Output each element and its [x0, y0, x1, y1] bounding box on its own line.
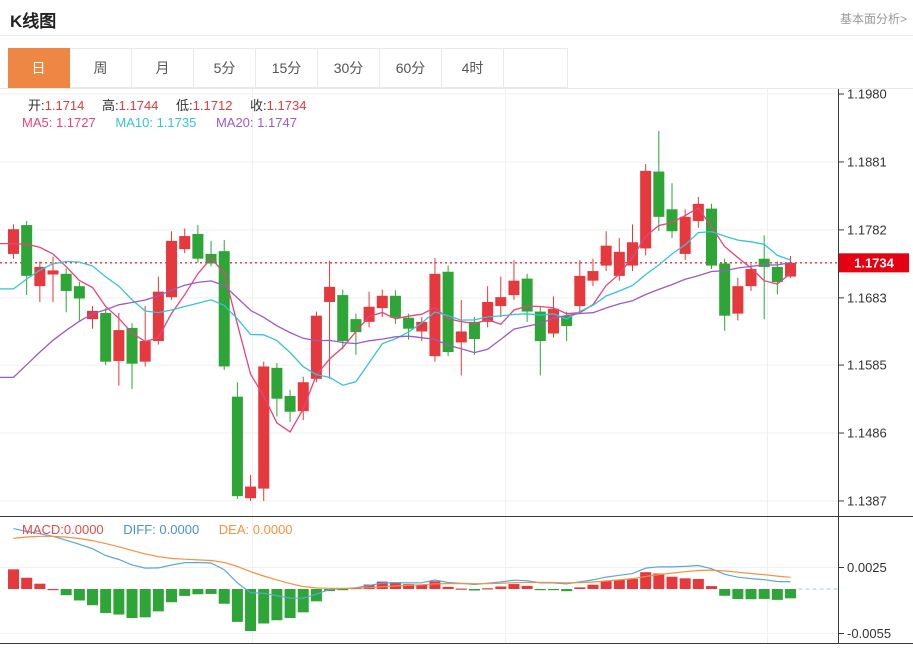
tab-60min[interactable]: 60分 [380, 49, 442, 87]
current-price-badge: 1.1734 [839, 253, 909, 272]
page-title: K线图 [10, 7, 56, 32]
open-value: 1.1714 [45, 98, 85, 113]
price-axis-label: 1.1782 [847, 222, 887, 237]
macd-legend-item: MACD:0.0000 [22, 522, 104, 537]
macd-axis-label: -0.0055 [847, 626, 891, 641]
low-label: 低: [176, 98, 193, 113]
tab-5min[interactable]: 5分 [194, 49, 256, 87]
low-value: 1.1712 [193, 98, 233, 113]
kline-chart[interactable]: 1.1980 1.1881 1.1782 1.1683 1.1585 1.1486 1.13… [0, 89, 913, 650]
price-axis-label: 1.1980 [847, 89, 887, 102]
ma10-legend-item: MA10: 1.1735 [115, 115, 196, 130]
price-axis-label: 1.1585 [847, 358, 887, 373]
ma20-legend-item: MA20: 1.1747 [216, 115, 297, 130]
close-value: 1.1734 [267, 98, 307, 113]
macd-legend: MACD:0.0000 DIFF: 0.0000 DEA: 0.0000 [22, 522, 309, 537]
macd-axis-labels: 0.0025 -0.0055 [838, 560, 891, 641]
price-axis-labels: 1.1980 1.1881 1.1782 1.1683 1.1585 1.1486 1.13… [838, 89, 887, 508]
price-axis-label: 1.1387 [847, 493, 887, 508]
price-axis-label: 1.1486 [847, 426, 887, 441]
tab-day[interactable]: 日 [8, 48, 70, 88]
tab-15min[interactable]: 15分 [256, 49, 318, 87]
candles [8, 131, 796, 501]
price-axis-label: 1.1683 [847, 290, 887, 305]
svg-text:1.1734: 1.1734 [854, 255, 895, 270]
high-value: 1.1744 [119, 98, 159, 113]
open-label: 开: [28, 98, 45, 113]
ohlc-legend: 开:1.1714 高:1.1744 低:1.1712 收:1.1734 [28, 95, 320, 114]
header-divider [0, 35, 913, 36]
diff-legend-item: DIFF: 0.0000 [123, 522, 199, 537]
tab-month[interactable]: 月 [132, 49, 194, 87]
tabbar-filler [504, 49, 567, 87]
pane-frame [0, 89, 913, 644]
close-label: 收: [250, 98, 267, 113]
dea-legend-item: DEA: 0.0000 [219, 522, 293, 537]
price-axis-label: 1.1881 [847, 154, 887, 169]
ma-legend: MA5: 1.1727 MA10: 1.1735 MA20: 1.1747 [22, 115, 313, 130]
tab-4hour[interactable]: 4时 [442, 49, 504, 87]
macd-axis-label: 0.0025 [847, 560, 887, 575]
period-tabbar: 日 周 月 5分 15分 30分 60分 4时 [8, 48, 568, 88]
chart-area: 1.1980 1.1881 1.1782 1.1683 1.1585 1.1486 1.13… [0, 88, 913, 650]
fundamental-analysis-link[interactable]: 基本面分析> [840, 10, 907, 27]
tab-30min[interactable]: 30分 [318, 49, 380, 87]
kline-page: K线图 基本面分析> 日 周 月 5分 15分 30分 60分 4时 1.198… [0, 0, 913, 650]
gridlines [0, 89, 838, 644]
ma5-legend-item: MA5: 1.1727 [22, 115, 96, 130]
macd-bars [8, 569, 796, 631]
tab-week[interactable]: 周 [70, 49, 132, 87]
high-label: 高: [102, 98, 119, 113]
